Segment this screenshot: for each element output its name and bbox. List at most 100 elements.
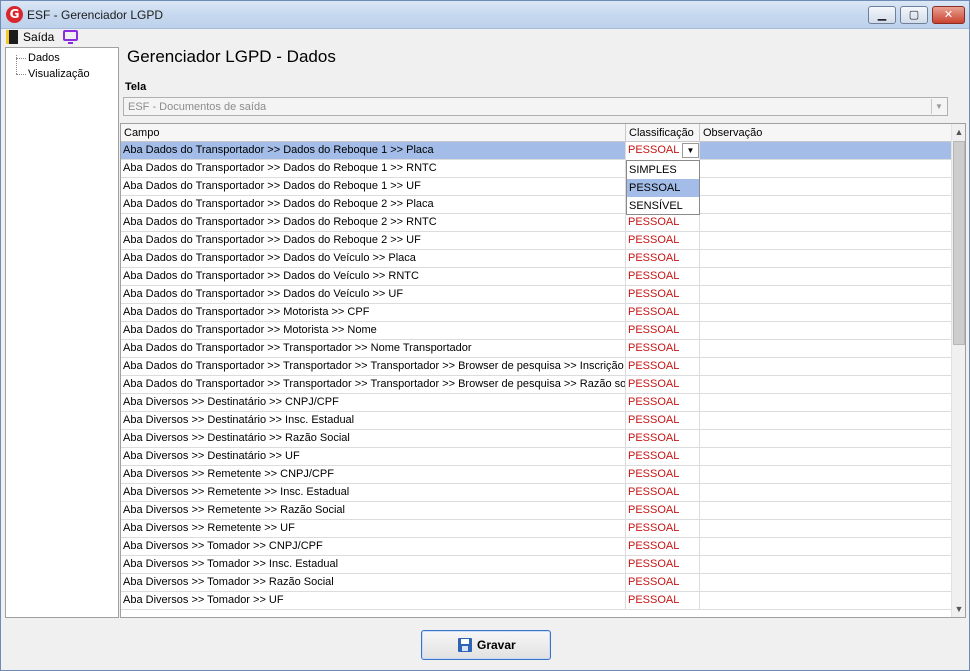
table-row[interactable]: Aba Diversos >> Destinatário >> UF PESSOA… [121,448,951,466]
save-button[interactable]: Gravar [421,630,551,660]
cell-classificacao[interactable]: PESSOAL [626,430,700,448]
cell-campo[interactable]: Aba Diversos >> Destinatário >> Insc. Es… [121,412,626,430]
table-row[interactable]: Aba Diversos >> Remetente >> Insc. Estad… [121,484,951,502]
cell-classificacao[interactable]: PESSOAL [626,304,700,322]
cell-observacao[interactable] [700,142,951,160]
cell-campo[interactable]: Aba Diversos >> Tomador >> Razão Social [121,574,626,592]
table-row[interactable]: Aba Dados do Transportador >> Transporta… [121,376,951,394]
cell-campo[interactable]: Aba Dados do Transportador >> Dados do V… [121,286,626,304]
exit-door-icon[interactable] [6,30,18,44]
cell-observacao[interactable] [700,502,951,520]
table-row[interactable]: Aba Dados do Transportador >> Transporta… [121,358,951,376]
maximize-button[interactable]: ▢ [900,6,928,24]
cell-campo[interactable]: Aba Dados do Transportador >> Dados do R… [121,214,626,232]
table-row[interactable]: Aba Diversos >> Tomador >> Insc. Estadua… [121,556,951,574]
column-header-campo[interactable]: Campo [121,124,626,142]
table-row[interactable]: Aba Dados do Transportador >> Dados do V… [121,250,951,268]
cell-observacao[interactable] [700,160,951,178]
cell-campo[interactable]: Aba Diversos >> Tomador >> UF [121,592,626,610]
close-button[interactable]: ✕ [932,6,965,24]
cell-campo[interactable]: Aba Diversos >> Destinatário >> Razão So… [121,430,626,448]
cell-observacao[interactable] [700,448,951,466]
table-row[interactable]: Aba Diversos >> Tomador >> UF PESSOAL [121,592,951,610]
minimize-button[interactable]: ▁ [868,6,896,24]
table-row[interactable]: Aba Diversos >> Tomador >> CNPJ/CPF PESSO… [121,538,951,556]
dropdown-option[interactable]: PESSOAL [627,179,699,197]
cell-campo[interactable]: Aba Dados do Transportador >> Transporta… [121,376,626,394]
cell-observacao[interactable] [700,556,951,574]
cell-observacao[interactable] [700,322,951,340]
cell-classificacao[interactable]: PESSOAL [626,502,700,520]
cell-observacao[interactable] [700,592,951,610]
table-row[interactable]: Aba Dados do Transportador >> Dados do V… [121,286,951,304]
cell-campo[interactable]: Aba Diversos >> Remetente >> UF [121,520,626,538]
cell-observacao[interactable] [700,250,951,268]
cell-observacao[interactable] [700,268,951,286]
table-row[interactable]: Aba Dados do Transportador >> Dados do R… [121,178,951,196]
cell-classificacao[interactable]: PESSOAL [626,376,700,394]
cell-classificacao[interactable]: PESSOAL [626,340,700,358]
cell-campo[interactable]: Aba Diversos >> Remetente >> Razão Socia… [121,502,626,520]
cell-campo[interactable]: Aba Dados do Transportador >> Transporta… [121,358,626,376]
cell-classificacao[interactable]: PESSOAL [626,466,700,484]
cell-classificacao[interactable]: PESSOAL [626,322,700,340]
cell-classificacao[interactable]: PESSOAL [626,592,700,610]
table-row[interactable]: Aba Diversos >> Remetente >> CNPJ/CPF PES… [121,466,951,484]
cell-classificacao[interactable]: PESSOAL [626,250,700,268]
cell-observacao[interactable] [700,286,951,304]
cell-campo[interactable]: Aba Dados do Transportador >> Dados do R… [121,178,626,196]
menu-item-saida[interactable]: Saída [23,30,54,44]
table-row[interactable]: Aba Dados do Transportador >> Transporta… [121,340,951,358]
cell-campo[interactable]: Aba Diversos >> Remetente >> Insc. Estad… [121,484,626,502]
cell-observacao[interactable] [700,232,951,250]
table-row[interactable]: Aba Diversos >> Destinatário >> Razão So… [121,430,951,448]
cell-classificacao[interactable]: PESSOAL [626,358,700,376]
vertical-scrollbar[interactable]: ▲ ▼ [951,124,965,617]
cell-campo[interactable]: Aba Dados do Transportador >> Dados do R… [121,160,626,178]
cell-observacao[interactable] [700,430,951,448]
cell-classificacao[interactable]: PESSOAL [626,574,700,592]
cell-campo[interactable]: Aba Dados do Transportador >> Dados do V… [121,250,626,268]
table-row[interactable]: Aba Dados do Transportador >> Dados do V… [121,268,951,286]
cell-campo[interactable]: Aba Dados do Transportador >> Dados do R… [121,232,626,250]
cell-campo[interactable]: Aba Diversos >> Remetente >> CNPJ/CPF [121,466,626,484]
dropdown-arrow-icon[interactable]: ▼ [682,143,699,158]
table-row[interactable]: Aba Dados do Transportador >> Dados do R… [121,160,951,178]
table-row[interactable]: Aba Diversos >> Tomador >> Razão Social P… [121,574,951,592]
table-row[interactable]: Aba Diversos >> Remetente >> UF PESSOAL [121,520,951,538]
cell-observacao[interactable] [700,196,951,214]
table-row[interactable]: Aba Diversos >> Destinatário >> CNPJ/CPF… [121,394,951,412]
table-row[interactable]: Aba Dados do Transportador >> Dados do R… [121,142,951,160]
cell-campo[interactable]: Aba Diversos >> Destinatário >> CNPJ/CPF [121,394,626,412]
cell-observacao[interactable] [700,178,951,196]
cell-campo[interactable]: Aba Dados do Transportador >> Dados do V… [121,268,626,286]
cell-observacao[interactable] [700,214,951,232]
tela-select[interactable]: ESF - Documentos de saída ▼ [123,97,948,116]
cell-observacao[interactable] [700,466,951,484]
cell-observacao[interactable] [700,484,951,502]
cell-campo[interactable]: Aba Dados do Transportador >> Motorista … [121,322,626,340]
dropdown-option[interactable]: SENSÍVEL [627,197,699,215]
cell-classificacao[interactable]: PESSOAL [626,286,700,304]
cell-classificacao[interactable]: PESSOAL [626,538,700,556]
table-row[interactable]: Aba Dados do Transportador >> Dados do R… [121,232,951,250]
table-row[interactable]: Aba Dados do Transportador >> Dados do R… [121,214,951,232]
cell-observacao[interactable] [700,574,951,592]
cell-classificacao[interactable]: PESSOAL [626,520,700,538]
cell-classificacao[interactable]: PESSOAL [626,214,700,232]
cell-classificacao[interactable]: PESSOAL [626,556,700,574]
cell-observacao[interactable] [700,394,951,412]
scroll-down-icon[interactable]: ▼ [952,601,965,617]
title-bar[interactable]: G ESF - Gerenciador LGPD ▁ ▢ ✕ [1,1,969,29]
cell-classificacao[interactable]: PESSOAL [626,484,700,502]
scrollbar-thumb[interactable] [953,141,965,345]
cell-campo[interactable]: Aba Dados do Transportador >> Transporta… [121,340,626,358]
cell-campo[interactable]: Aba Diversos >> Tomador >> Insc. Estadua… [121,556,626,574]
cell-classificacao[interactable]: PESSOAL [626,412,700,430]
cell-classificacao[interactable]: PESSOAL [626,268,700,286]
scroll-up-icon[interactable]: ▲ [952,124,965,140]
cell-classificacao[interactable]: PESSOAL [626,448,700,466]
chevron-down-icon[interactable]: ▼ [931,99,946,114]
cell-campo[interactable]: Aba Dados do Transportador >> Dados do R… [121,142,626,160]
cell-classificacao[interactable]: PESSOAL [626,394,700,412]
